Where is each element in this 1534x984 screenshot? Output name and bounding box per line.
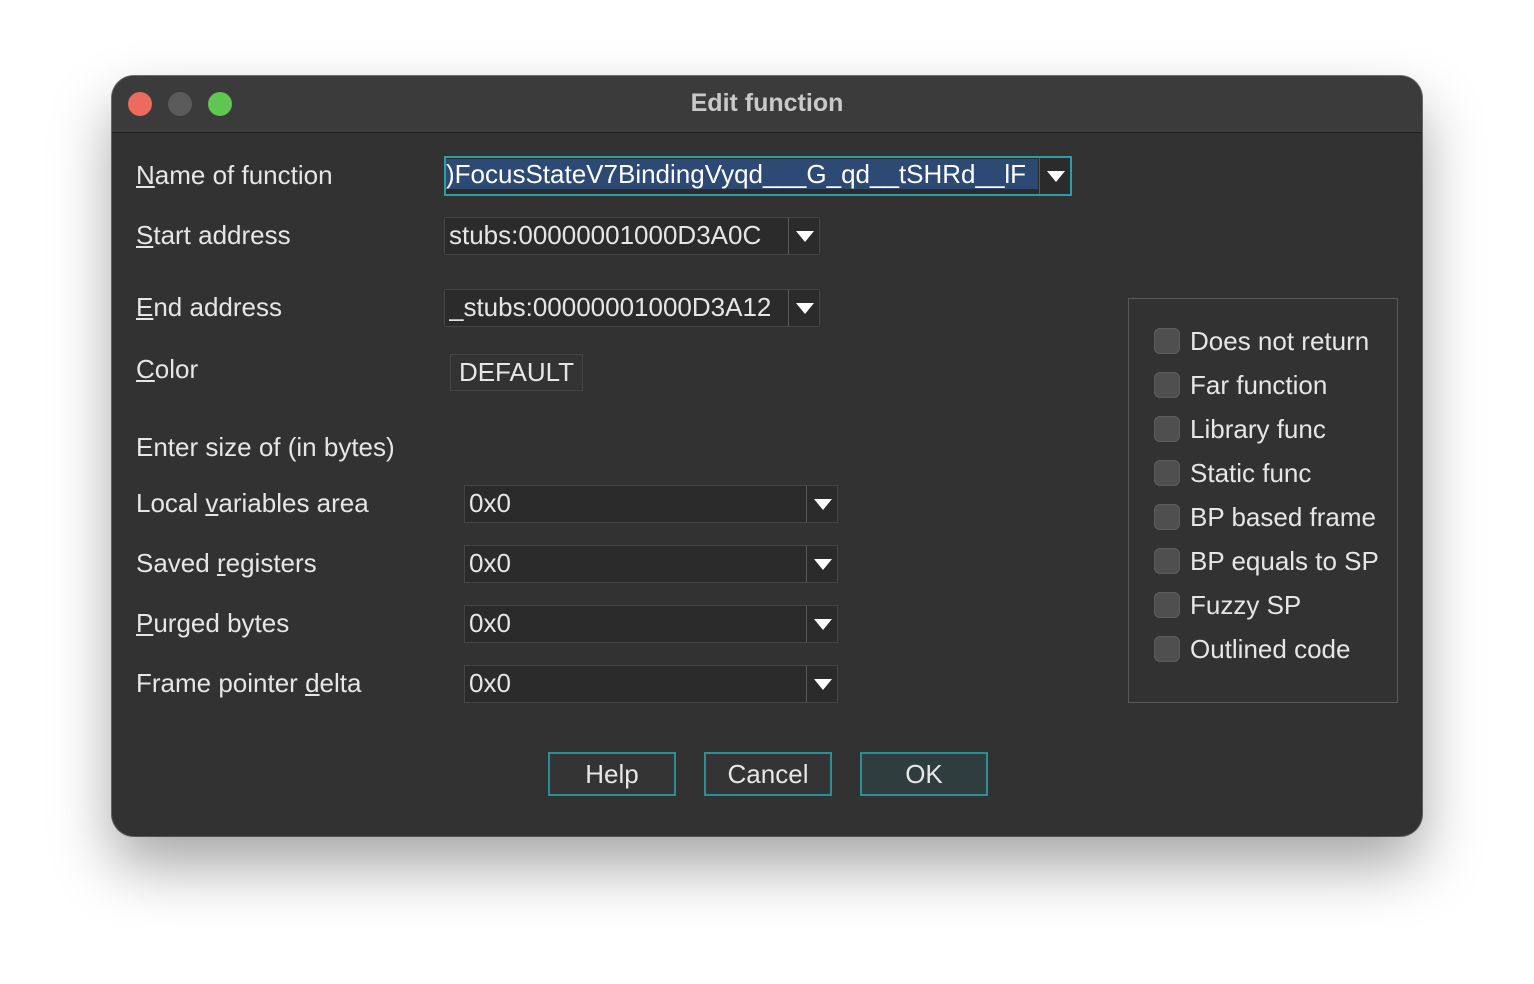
function-flags-group: Does not return Far function Library fun… — [1128, 298, 1398, 703]
start-address-combo[interactable]: stubs:00000001000D3A0C — [444, 217, 820, 255]
checkbox[interactable] — [1154, 636, 1180, 662]
saved-registers-dropdown-button[interactable] — [806, 546, 837, 582]
size-section-heading: Enter size of (in bytes) — [136, 432, 395, 462]
checkbox[interactable] — [1154, 460, 1180, 486]
purged-bytes-dropdown-button[interactable] — [806, 606, 837, 642]
checkbox[interactable] — [1154, 504, 1180, 530]
function-name-combo[interactable]: )FocusStateV7BindingVyqd___G_qd__tSHRd__… — [444, 156, 1072, 196]
frame-pointer-delta-input[interactable]: 0x0 — [469, 666, 801, 700]
start-address-input[interactable]: stubs:00000001000D3A0C — [449, 218, 783, 252]
saved-registers-combo[interactable]: 0x0 — [464, 545, 838, 583]
frame-pointer-delta-dropdown-button[interactable] — [806, 666, 837, 702]
start-address-label: Start address — [136, 220, 291, 250]
checkbox[interactable] — [1154, 372, 1180, 398]
checkbox[interactable] — [1154, 416, 1180, 442]
cancel-button[interactable]: Cancel — [704, 752, 832, 796]
purged-bytes-input[interactable]: 0x0 — [469, 606, 801, 640]
function-name-dropdown-button[interactable] — [1039, 158, 1070, 194]
help-button[interactable]: Help — [548, 752, 676, 796]
end-address-combo[interactable]: _stubs:00000001000D3A12 — [444, 289, 820, 327]
color-label: Color — [136, 354, 199, 384]
local-variables-label: Local variables area — [136, 488, 369, 518]
purged-bytes-label: Purged bytes — [136, 608, 290, 638]
checkbox[interactable] — [1154, 548, 1180, 574]
flag-label: Does not return — [1190, 326, 1370, 356]
local-variables-dropdown-button[interactable] — [806, 486, 837, 522]
name-of-function-label: Name of function — [136, 160, 333, 190]
checkbox[interactable] — [1154, 592, 1180, 618]
local-variables-combo[interactable]: 0x0 — [464, 485, 838, 523]
function-name-input[interactable]: )FocusStateV7BindingVyqd___G_qd__tSHRd__… — [446, 159, 1038, 189]
flag-label: Far function — [1190, 370, 1328, 400]
start-address-dropdown-button[interactable] — [788, 218, 819, 254]
local-variables-input[interactable]: 0x0 — [469, 486, 801, 520]
flag-label: BP based frame — [1190, 502, 1376, 532]
saved-registers-input[interactable]: 0x0 — [469, 546, 801, 580]
flag-label: Outlined code — [1190, 634, 1351, 664]
ok-button[interactable]: OK — [860, 752, 988, 796]
flag-label: Static func — [1190, 458, 1312, 488]
end-address-input[interactable]: _stubs:00000001000D3A12 — [449, 290, 783, 324]
end-address-label: End address — [136, 292, 282, 322]
color-button[interactable]: DEFAULT — [450, 354, 583, 391]
frame-pointer-delta-combo[interactable]: 0x0 — [464, 665, 838, 703]
title-bar: Edit function — [112, 76, 1422, 133]
frame-pointer-delta-label: Frame pointer delta — [136, 668, 362, 698]
edit-function-dialog: Edit function Name of function )FocusSta… — [112, 76, 1422, 836]
checkbox[interactable] — [1154, 328, 1180, 354]
saved-registers-label: Saved registers — [136, 548, 317, 578]
flag-label: Library func — [1190, 414, 1326, 444]
flag-label: BP equals to SP — [1190, 546, 1379, 576]
dialog-title: Edit function — [690, 89, 844, 117]
flag-label: Fuzzy SP — [1190, 590, 1302, 620]
end-address-dropdown-button[interactable] — [788, 290, 819, 326]
purged-bytes-combo[interactable]: 0x0 — [464, 605, 838, 643]
